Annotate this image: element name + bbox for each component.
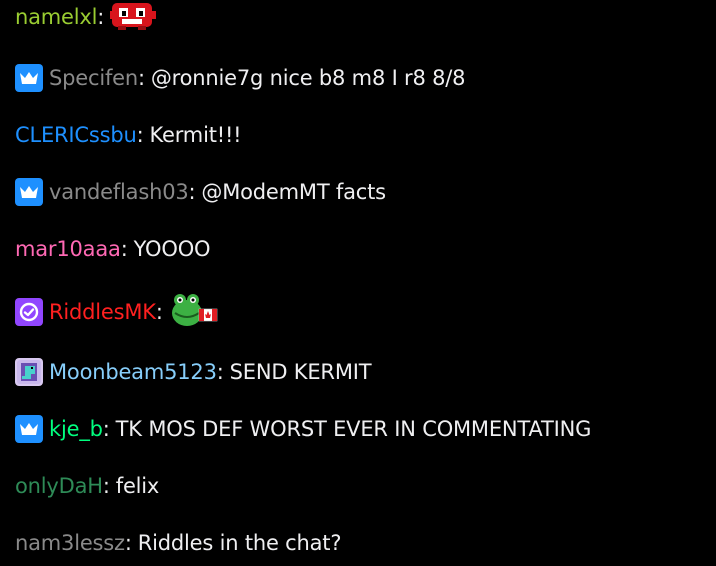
chat-username[interactable]: mar10aaa [15, 237, 121, 261]
chat-separator: : [97, 5, 105, 29]
chat-text: @ModemMT facts [201, 180, 386, 204]
chat-separator: : [137, 66, 145, 90]
chat-username[interactable]: RiddlesMK [49, 300, 156, 324]
chat-username[interactable]: nam3lessz [15, 531, 125, 555]
chat-username[interactable]: onlyDaH [15, 474, 103, 498]
chat-separator: : [124, 531, 132, 555]
chat-message: kje_b : TK MOS DEF WORST EVER IN COMMENT… [15, 413, 591, 445]
chat-message: Specifen : @ronnie7g nice b8 m8 I r8 8/8 [15, 62, 466, 94]
chat-text: YOOOO [133, 237, 211, 261]
prime-crown-icon[interactable] [15, 178, 43, 206]
chat-text: Kermit!!! [149, 123, 242, 147]
chat-username[interactable]: Moonbeam5123 [49, 360, 217, 384]
chat-text: @ronnie7g nice b8 m8 I r8 8/8 [150, 66, 466, 90]
meat-boy-emote [110, 0, 157, 36]
chat-text: felix [115, 474, 160, 498]
chat-message: mar10aaa : YOOOO [15, 233, 211, 265]
chat-message: vandeflash03 : @ModemMT facts [15, 176, 386, 208]
verified-check-icon[interactable] [15, 298, 43, 326]
chat-separator: : [102, 417, 110, 441]
chat-username[interactable]: namelxl [15, 5, 97, 29]
chat-separator: : [155, 300, 163, 324]
chat-username[interactable]: vandeflash03 [49, 180, 189, 204]
chat-message: onlyDaH : felix [15, 470, 159, 502]
chat-separator: : [120, 237, 128, 261]
chat-username[interactable]: CLERICssbu [15, 123, 137, 147]
pixel-dino-icon[interactable] [15, 358, 43, 386]
chat-separator: : [136, 123, 144, 147]
prime-crown-icon[interactable] [15, 415, 43, 443]
chat-message: namelxl : [15, 0, 157, 36]
chat-message: RiddlesMK : [15, 292, 219, 332]
chat-text: TK MOS DEF WORST EVER IN COMMENTATING [115, 417, 592, 441]
kermit-canada-emote [169, 291, 219, 334]
chat-text: Riddles in the chat? [137, 531, 342, 555]
chat-log: namelxl : Specifen : @ronnie7g nice b8 m… [0, 0, 716, 566]
chat-message: CLERICssbu : Kermit!!! [15, 119, 242, 151]
chat-separator: : [216, 360, 224, 384]
chat-text: SEND KERMIT [229, 360, 372, 384]
chat-separator: : [102, 474, 110, 498]
chat-separator: : [188, 180, 196, 204]
chat-message: nam3lessz : Riddles in the chat? [15, 527, 341, 559]
chat-username[interactable]: kje_b [49, 417, 103, 441]
prime-crown-icon[interactable] [15, 64, 43, 92]
chat-message: Moonbeam5123 : SEND KERMIT [15, 356, 372, 388]
chat-username[interactable]: Specifen [49, 66, 138, 90]
